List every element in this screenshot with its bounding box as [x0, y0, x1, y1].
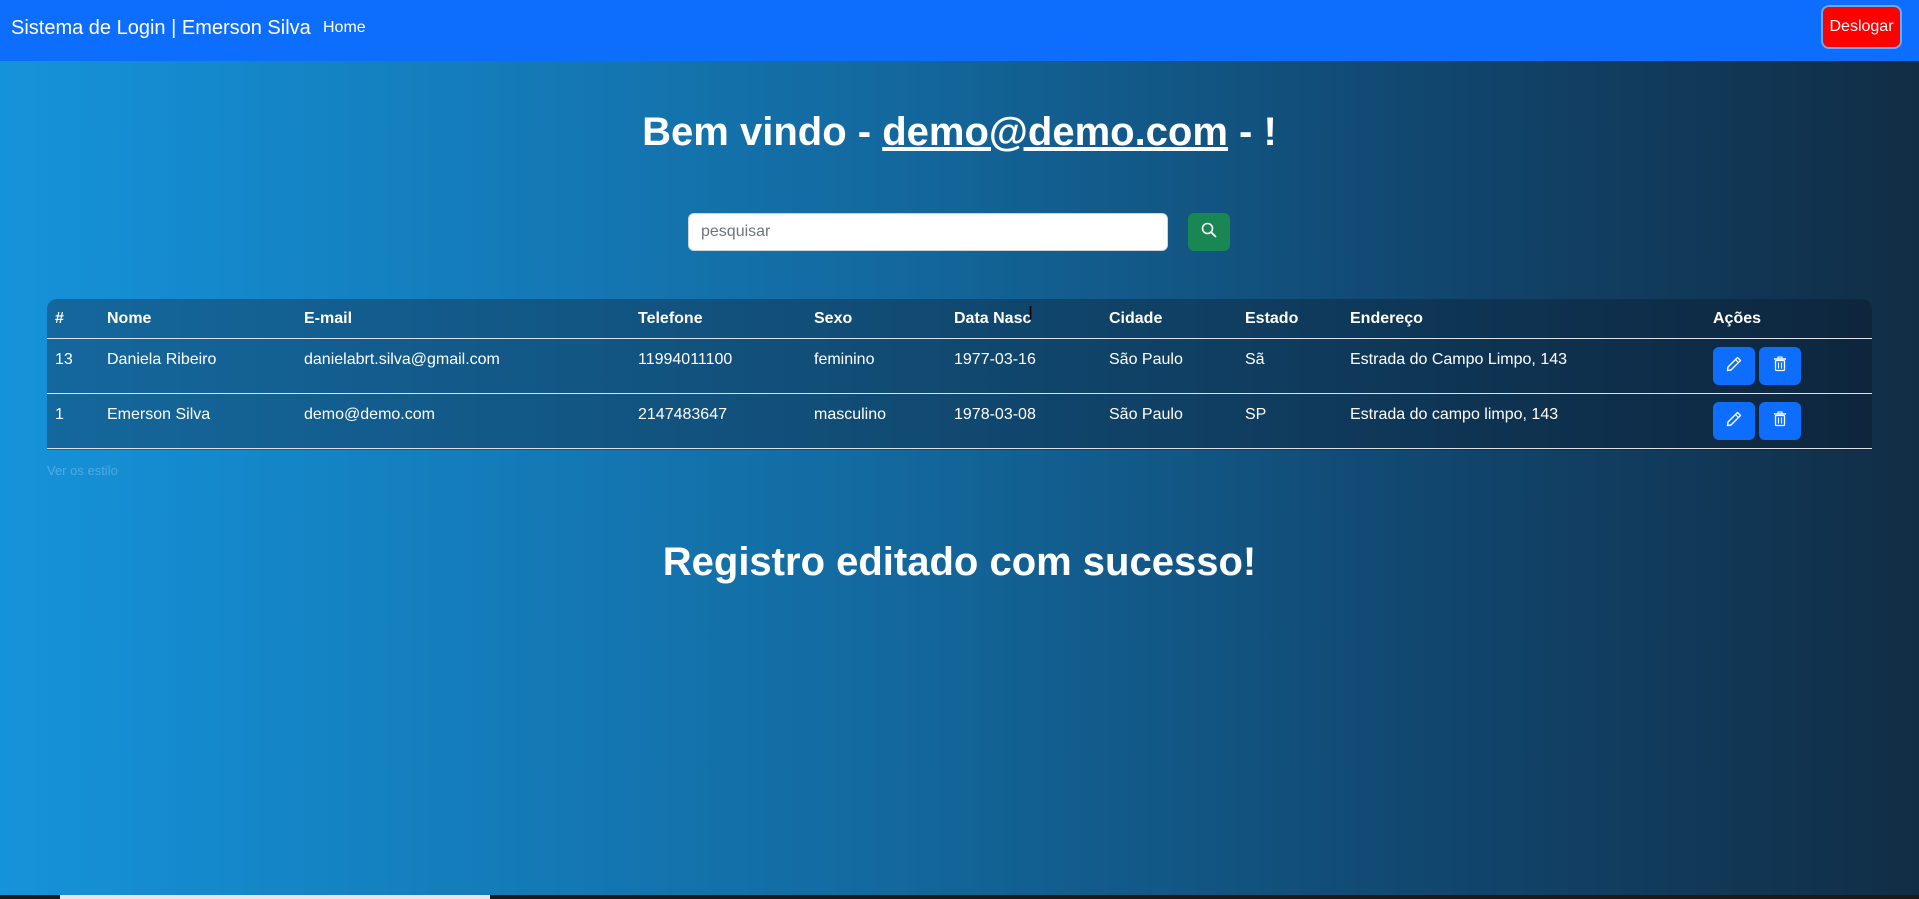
search-input[interactable] [688, 213, 1168, 251]
delete-button[interactable] [1759, 402, 1801, 440]
column-header-endereco: Endereço [1350, 310, 1423, 327]
scrollbar-thumb[interactable] [60, 895, 490, 899]
edit-button[interactable] [1713, 347, 1755, 385]
cell-nome: Daniela Ribeiro [107, 351, 217, 368]
edit-button[interactable] [1713, 402, 1755, 440]
delete-button[interactable] [1759, 347, 1801, 385]
nav-link-home[interactable]: Home [323, 19, 366, 37]
logout-button[interactable]: Deslogar [1821, 5, 1902, 49]
column-header-data-nasc: Data Nasc [954, 310, 1032, 327]
column-header-cidade: Cidade [1109, 310, 1163, 327]
welcome-suffix: - ! [1227, 110, 1277, 154]
pencil-icon [1726, 356, 1742, 377]
cell-id: 13 [55, 351, 73, 368]
search-icon [1201, 222, 1217, 243]
cell-endereco: Estrada do campo limpo, 143 [1350, 406, 1559, 423]
column-header-acoes: Ações [1713, 310, 1762, 327]
table-row: 13 Daniela Ribeiro danielabrt.silva@gmai… [47, 339, 1872, 394]
cell-cidade: São Paulo [1109, 351, 1183, 368]
navbar: Sistema de Login | Emerson Silva Home De… [0, 0, 1919, 61]
users-table: # Nome E-mail Telefone Sexo Data Nasc Ci… [47, 299, 1872, 450]
cell-email: danielabrt.silva@gmail.com [304, 351, 500, 368]
success-message: Registro editado com sucesso! [662, 540, 1257, 584]
table-row: 1 Emerson Silva demo@demo.com 2147483647… [47, 394, 1872, 449]
welcome-heading: Bem vindo - demo@demo.com - ! [0, 110, 1919, 155]
column-header-email: E-mail [304, 310, 353, 327]
trash-icon [1772, 355, 1788, 377]
text-cursor-icon: I [1028, 303, 1034, 323]
cell-sexo: feminino [814, 351, 875, 368]
welcome-email-link[interactable]: demo@demo.com [882, 110, 1228, 154]
column-header-telefone: Telefone [638, 310, 703, 327]
cell-estado: Sã [1245, 351, 1265, 368]
welcome-prefix: Bem vindo - [642, 110, 883, 154]
cell-estado: SP [1245, 406, 1267, 423]
footnote-text: Ver os estilo [47, 463, 118, 478]
cell-id: 1 [55, 406, 64, 423]
trash-icon [1772, 410, 1788, 432]
cell-telefone: 2147483647 [638, 406, 727, 423]
cell-telefone: 11994011100 [638, 351, 733, 368]
pencil-icon [1726, 411, 1742, 432]
cell-email: demo@demo.com [304, 406, 435, 423]
cell-cidade: São Paulo [1109, 406, 1183, 423]
table-header-row: # Nome E-mail Telefone Sexo Data Nasc Ci… [47, 299, 1872, 339]
column-header-sexo: Sexo [814, 310, 853, 327]
cell-endereco: Estrada do Campo Limpo, 143 [1350, 351, 1568, 368]
column-header-nome: Nome [107, 310, 152, 327]
navbar-brand[interactable]: Sistema de Login | Emerson Silva [11, 17, 311, 40]
cell-data-nasc: 1978-03-08 [954, 406, 1036, 423]
cell-nome: Emerson Silva [107, 406, 211, 423]
search-button[interactable] [1188, 213, 1230, 251]
cell-data-nasc: 1977-03-16 [954, 351, 1036, 368]
cell-sexo: masculino [814, 406, 887, 423]
column-header-id: # [55, 310, 64, 327]
column-header-estado: Estado [1245, 310, 1299, 327]
